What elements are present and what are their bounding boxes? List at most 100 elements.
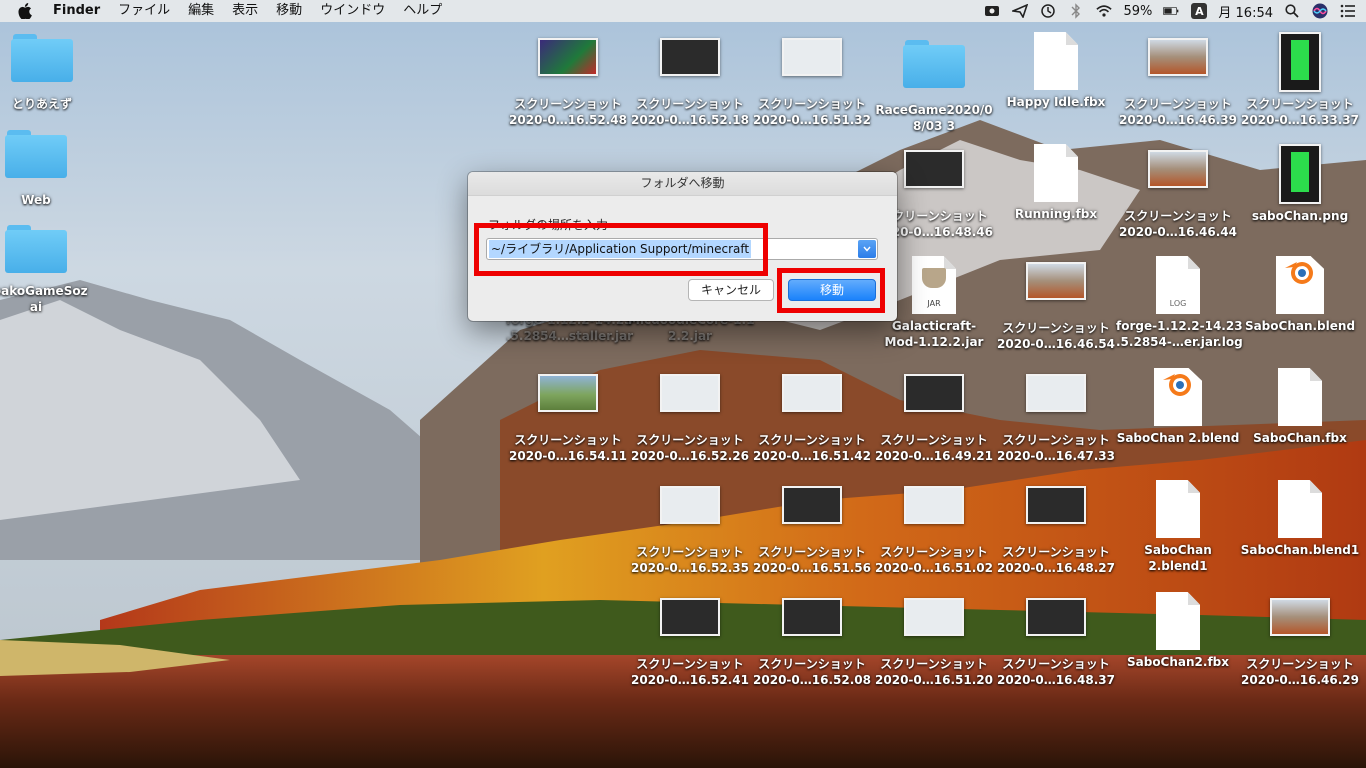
desktop-file-item[interactable]: スクリーンショット 2020-0…16.51.56: [750, 486, 874, 576]
menu-go[interactable]: 移動: [267, 0, 311, 22]
menu-edit[interactable]: 編集: [179, 0, 223, 22]
menu-help[interactable]: ヘルプ: [394, 0, 451, 22]
desktop-item-label: スクリーンショット: [1246, 97, 1354, 111]
menu-file[interactable]: ファイル: [109, 0, 179, 22]
desktop-file-item[interactable]: スクリーンショット 2020-0…16.48.37: [994, 598, 1118, 688]
desktop-file-item[interactable]: SaboChan.blend1: [1238, 480, 1362, 558]
screenshot-thumbnail-icon: [660, 374, 720, 412]
send-status-icon[interactable]: [1012, 3, 1029, 19]
document-icon: [1156, 480, 1200, 538]
desktop-file-item[interactable]: スクリーンショット 2020-0…16.46.29: [1238, 598, 1362, 688]
desktop-item-label-line2: 2020-0…16.52.35: [631, 561, 749, 575]
desktop-file-item[interactable]: スクリーンショット 2020-0…16.54.11: [506, 374, 630, 464]
desktop-file-item[interactable]: スクリーンショット 2020-0…16.46.44: [1116, 150, 1240, 240]
menu-window[interactable]: ウインドウ: [311, 0, 394, 22]
desktop-item-label: スクリーンショット: [758, 657, 866, 671]
apple-menu-icon[interactable]: [16, 0, 34, 22]
desktop-file-item[interactable]: スクリーンショット 2020-0…16.52.41: [628, 598, 752, 688]
screenshot-thumbnail-icon: [1279, 32, 1321, 92]
menu-view[interactable]: 表示: [223, 0, 267, 22]
notification-center-icon[interactable]: [1340, 3, 1356, 19]
folder-path-value[interactable]: ~/ライブラリ/Application Support/minecraft: [489, 240, 752, 258]
folder-icon: [5, 130, 67, 178]
desktop-item-label-line2: 2020-0…16.46.44: [1119, 225, 1237, 239]
menubar-clock[interactable]: 月 16:54: [1218, 2, 1273, 21]
wifi-icon[interactable]: [1096, 3, 1113, 19]
desktop-item-label: スクリーンショット: [514, 97, 622, 111]
desktop-file-item[interactable]: スクリーンショット 2020-0…16.52.26: [628, 374, 752, 464]
desktop-item-label: abakoGameSoz: [0, 284, 88, 298]
desktop-item-label-line2: 2020-0…16.51.02: [875, 561, 993, 575]
screenshot-thumbnail-icon: [904, 598, 964, 636]
desktop-file-item[interactable]: SaboChan.fbx: [1238, 368, 1362, 446]
desktop-file-item[interactable]: SaboChan.blend: [1238, 256, 1362, 334]
screenshot-thumbnail-icon: [1026, 598, 1086, 636]
folder-path-input[interactable]: ~/ライブラリ/Application Support/minecraft: [486, 238, 878, 260]
desktop-item-label: スクリーンショット: [1002, 433, 1110, 447]
document-icon: [1278, 368, 1322, 426]
document-icon: [1034, 32, 1078, 90]
desktop-item-label: スクリーンショット: [880, 657, 988, 671]
desktop-item-label-line2: 2.blend1: [1148, 559, 1208, 573]
battery-percent: 59%: [1123, 3, 1153, 19]
desktop-file-item[interactable]: スクリーンショット 2020-0…16.46.54: [994, 262, 1118, 352]
desktop-folder-toriaezu[interactable]: とりあえず: [0, 34, 104, 112]
desktop-item-label-line2: 2020-0…16.46.29: [1241, 673, 1359, 687]
desktop-item-label: Running.fbx: [1014, 207, 1098, 221]
cancel-button[interactable]: キャンセル: [688, 279, 774, 301]
bluetooth-icon[interactable]: [1068, 3, 1084, 19]
log-file-icon: LOG: [1156, 256, 1200, 314]
desktop-file-item[interactable]: スクリーンショット 2020-0…16.52.48: [506, 38, 630, 128]
desktop-file-item[interactable]: スクリーンショット 2020-0…16.47.33: [994, 374, 1118, 464]
desktop-folder-web[interactable]: Web: [0, 130, 98, 208]
battery-icon[interactable]: [1163, 3, 1179, 19]
desktop-file-item[interactable]: スクリーンショット 2020-0…16.46.39: [1116, 38, 1240, 128]
desktop-item-label-line2: 2020-0…16.52.26: [631, 449, 749, 463]
desktop-item-label-line2: ai: [29, 300, 43, 314]
spotlight-search-icon[interactable]: [1284, 3, 1300, 19]
desktop-item-label: スクリーンショット: [758, 433, 866, 447]
desktop-folder-sabako[interactable]: abakoGameSoz ai: [0, 225, 98, 315]
desktop-file-item[interactable]: SaboChan 2.blend1: [1116, 480, 1240, 574]
input-method-icon[interactable]: A: [1191, 3, 1208, 19]
desktop-item-label-line2: 2020-0…16.47.33: [997, 449, 1115, 463]
blender-file-icon: [1276, 256, 1324, 314]
time-machine-icon[interactable]: [1040, 3, 1056, 19]
desktop-item-label: スクリーンショット: [880, 433, 988, 447]
desktop-file-item[interactable]: スクリーンショット 2020-0…16.33.37: [1238, 32, 1362, 128]
camera-status-icon[interactable]: [984, 3, 1000, 19]
desktop-file-item[interactable]: スクリーンショット 2020-0…16.48.27: [994, 486, 1118, 576]
desktop-item-label: スクリーンショット: [636, 545, 744, 559]
desktop-file-item[interactable]: スクリーンショット 2020-0…16.52.35: [628, 486, 752, 576]
screenshot-thumbnail-icon: [660, 598, 720, 636]
siri-icon[interactable]: [1312, 3, 1328, 19]
desktop-file-item[interactable]: スクリーンショット 2020-0…16.52.18: [628, 38, 752, 128]
menu-app-finder[interactable]: Finder: [44, 0, 109, 22]
desktop-file-item[interactable]: スクリーンショット 2020-0…16.51.20: [872, 598, 996, 688]
desktop-file-item[interactable]: スクリーンショット 2020-0…16.49.21: [872, 374, 996, 464]
desktop-file-item[interactable]: スクリーンショット 2020-0…16.51.32: [750, 38, 874, 128]
screenshot-thumbnail-icon: [660, 486, 720, 524]
desktop-item-label: SaboChan.fbx: [1253, 431, 1347, 445]
desktop-item-label: スクリーンショット: [636, 97, 744, 111]
desktop-item-label: forge-1.12.2-14.23: [1116, 319, 1243, 333]
desktop-file-item[interactable]: Happy Idle.fbx: [994, 32, 1118, 110]
screenshot-thumbnail-icon: [1279, 144, 1321, 204]
go-button[interactable]: 移動: [788, 279, 876, 301]
desktop-file-item[interactable]: Running.fbx: [994, 144, 1118, 222]
desktop-file-item[interactable]: RaceGame2020/0 8/03 3: [872, 38, 996, 134]
desktop-file-item[interactable]: SaboChan2.fbx: [1116, 592, 1240, 670]
chevron-down-icon[interactable]: [858, 240, 876, 258]
desktop-item-label: スクリーンショット: [880, 545, 988, 559]
desktop-file-item[interactable]: スクリーンショット 2020-0…16.51.42: [750, 374, 874, 464]
dialog-title: フォルダへ移動: [468, 172, 897, 196]
desktop-file-item[interactable]: SaboChan 2.blend: [1116, 368, 1240, 446]
desktop-file-item[interactable]: saboChan.png: [1238, 144, 1362, 224]
screenshot-thumbnail-icon: [904, 486, 964, 524]
desktop-file-item[interactable]: スクリーンショット 2020-0…16.51.02: [872, 486, 996, 576]
desktop-item-label-line2: 2020-0…16.51.56: [753, 561, 871, 575]
desktop-item-label: スクリーンショット: [636, 657, 744, 671]
desktop-file-item[interactable]: LOG forge-1.12.2-14.23 .5.2854-…er.jar.log: [1116, 256, 1243, 350]
menu-bar: Finder ファイル 編集 表示 移動 ウインドウ ヘルプ 59% A 月 1…: [0, 0, 1366, 22]
desktop-file-item[interactable]: スクリーンショット 2020-0…16.52.08: [750, 598, 874, 688]
